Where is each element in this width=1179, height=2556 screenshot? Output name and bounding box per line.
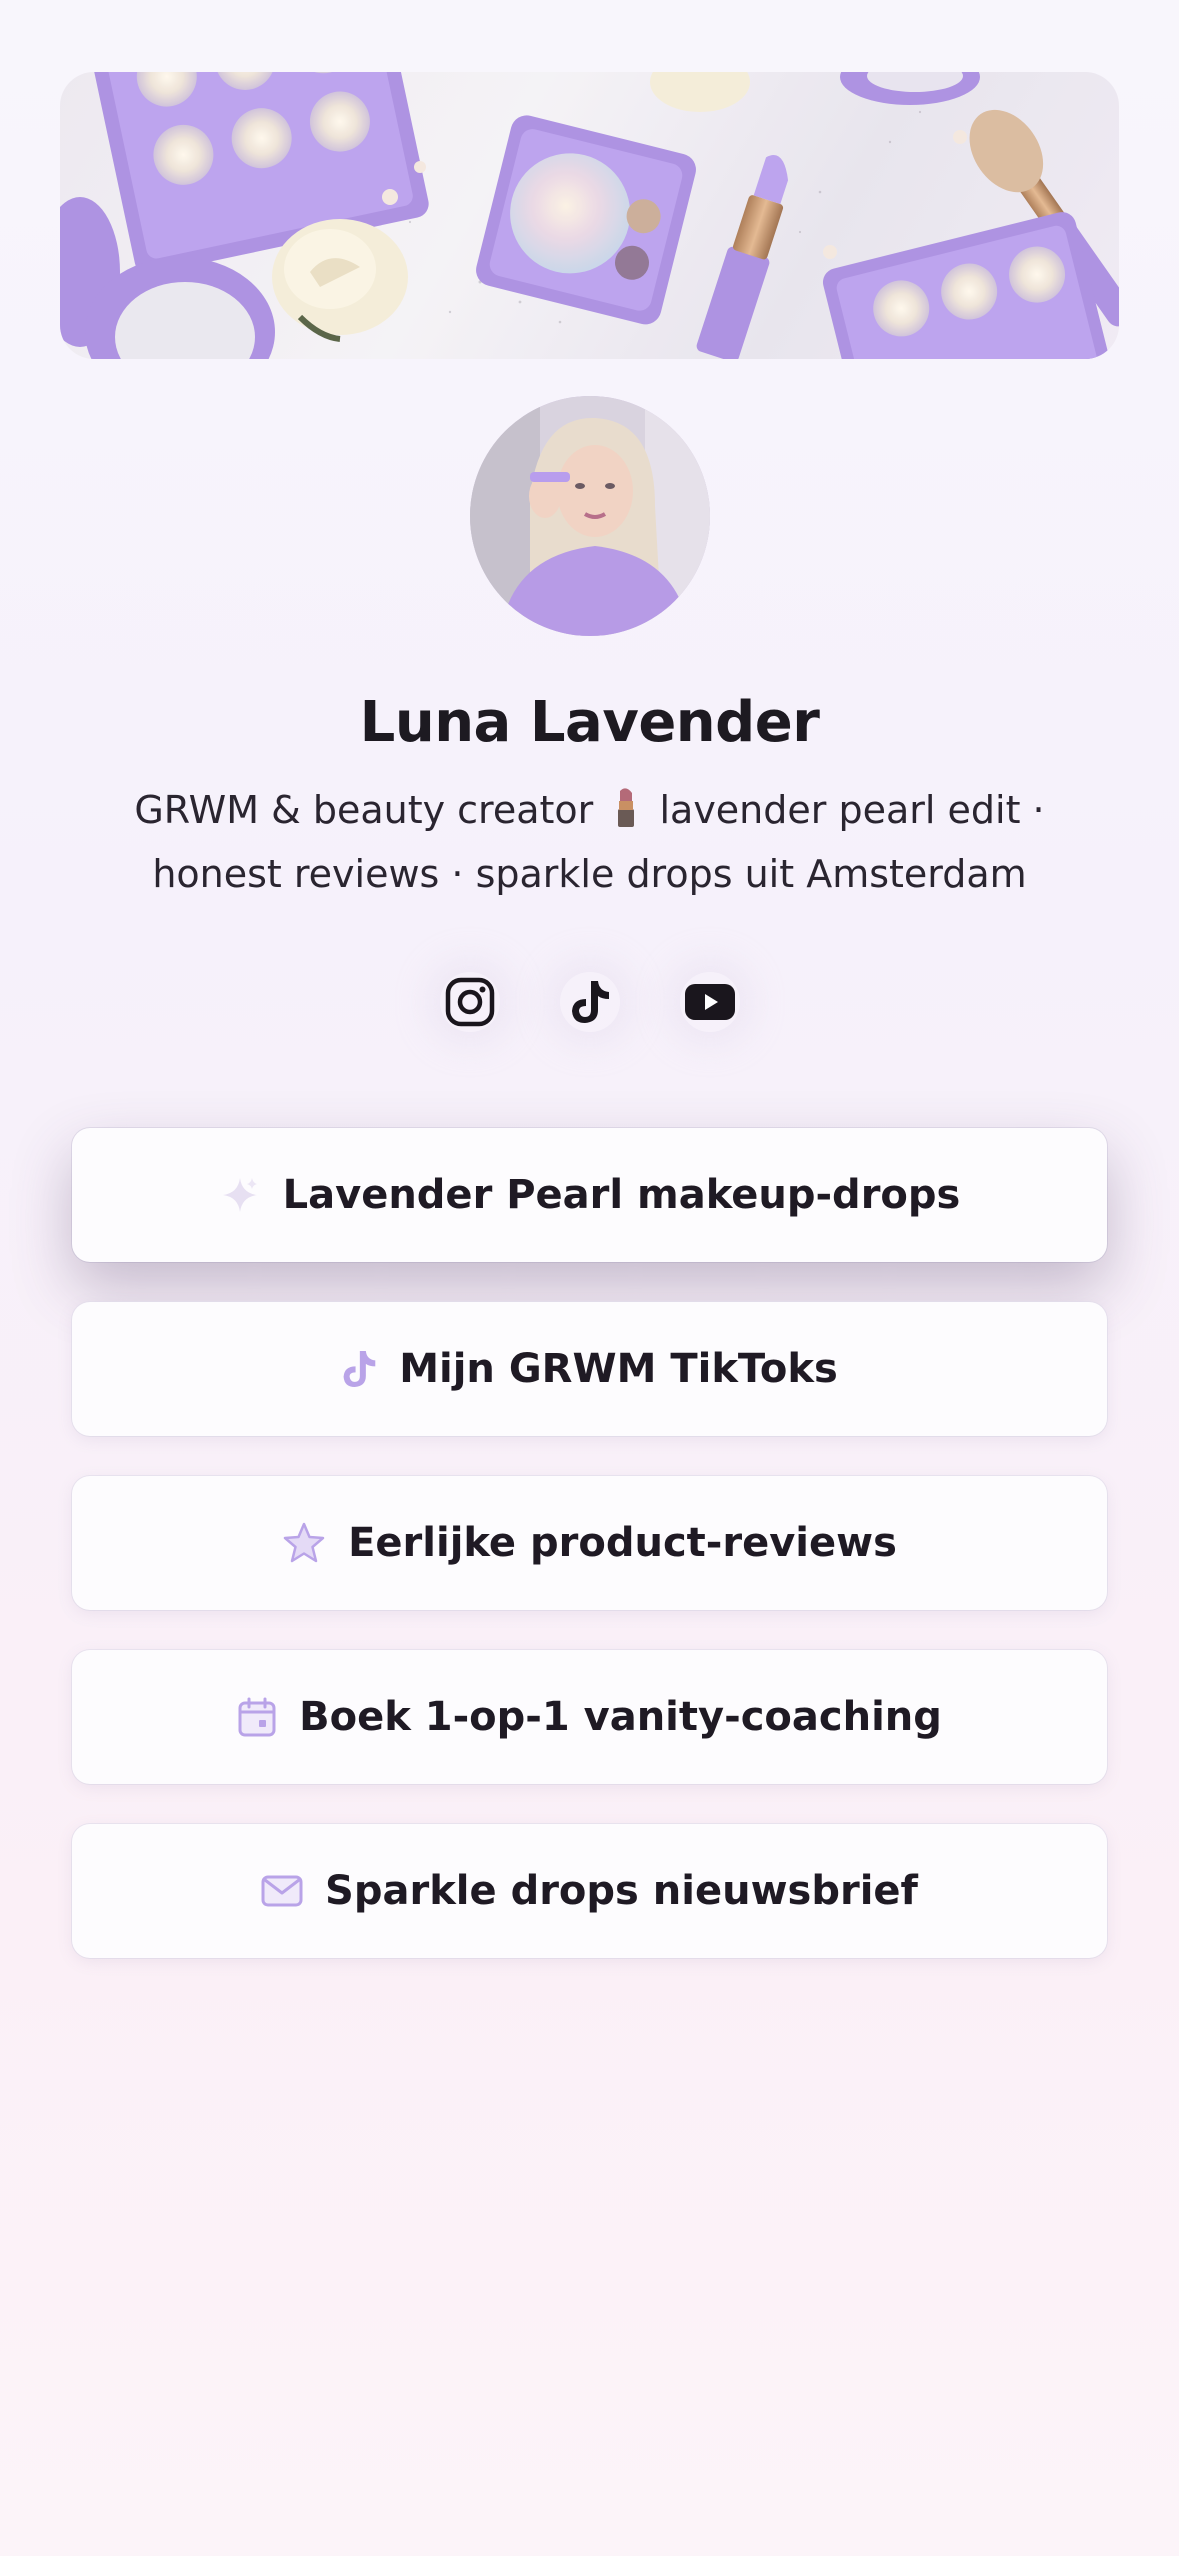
profile-bio: GRWM & beauty creator lavender pearl edi… [70, 780, 1109, 904]
cover-banner [60, 72, 1119, 359]
tiktok-icon [341, 1349, 377, 1389]
lipstick-icon [611, 784, 641, 844]
profile-photo [470, 396, 710, 636]
link-button-vanity-coaching[interactable]: Boek 1-op-1 vanity-coaching [72, 1650, 1107, 1784]
link-label: Lavender Pearl makeup-drops [282, 1172, 961, 1218]
link-label: Eerlijke product-reviews [348, 1520, 897, 1566]
link-label: Sparkle drops nieuwsbrief [325, 1868, 918, 1914]
tiktok-icon [571, 981, 609, 1023]
link-label: Boek 1-op-1 vanity-coaching [299, 1694, 942, 1740]
sparkle-icon [219, 1174, 261, 1216]
bio-text-part1: GRWM & beauty creator [134, 788, 594, 832]
avatar [470, 396, 710, 636]
calendar-icon [237, 1696, 277, 1738]
mail-icon [261, 1874, 303, 1908]
instagram-icon [445, 977, 494, 1027]
youtube-link[interactable] [679, 972, 740, 1032]
link-label: Mijn GRWM TikToks [399, 1346, 838, 1392]
link-button-product-reviews[interactable]: Eerlijke product-reviews [72, 1476, 1107, 1610]
link-button-grwm-tiktoks[interactable]: Mijn GRWM TikToks [72, 1302, 1107, 1436]
tiktok-link[interactable] [559, 972, 620, 1032]
link-button-makeup-drops[interactable]: Lavender Pearl makeup-drops [72, 1128, 1107, 1262]
instagram-link[interactable] [439, 972, 500, 1032]
youtube-icon [684, 984, 735, 1020]
link-button-newsletter[interactable]: Sparkle drops nieuwsbrief [72, 1824, 1107, 1958]
profile-name: Luna Lavender [359, 690, 820, 755]
star-icon [282, 1521, 326, 1565]
link-list: Lavender Pearl makeup-drops Mijn GRWM Ti… [72, 1128, 1107, 1998]
social-icons-row [0, 972, 1179, 1032]
makeup-flatlay-image [60, 72, 1119, 359]
